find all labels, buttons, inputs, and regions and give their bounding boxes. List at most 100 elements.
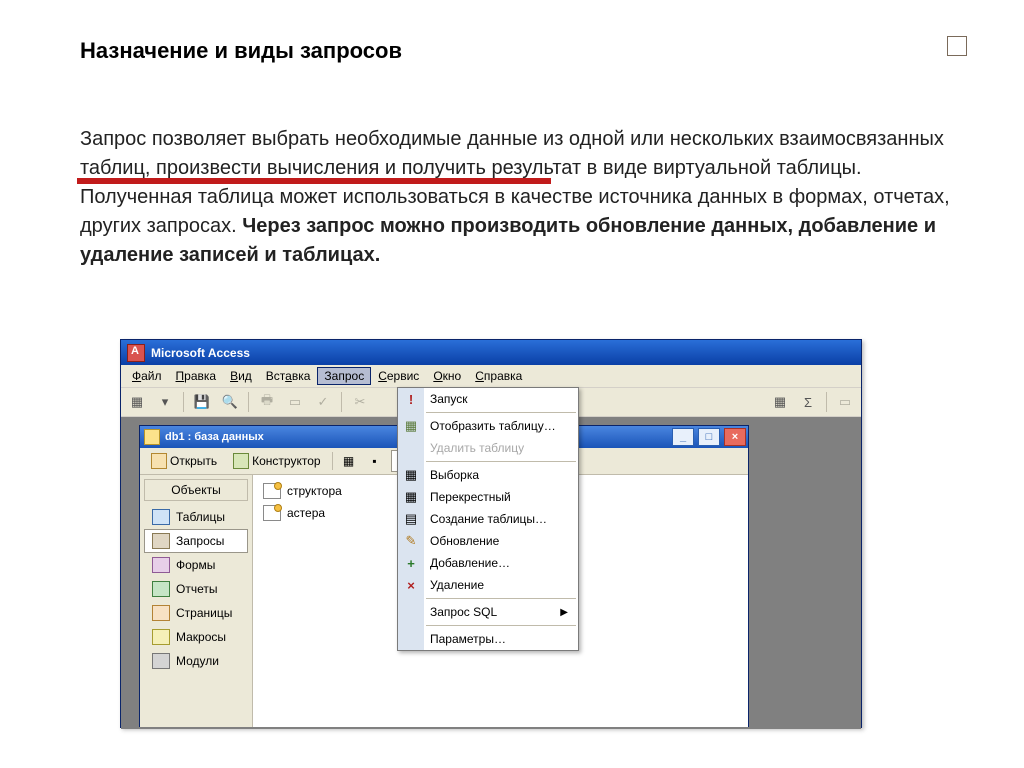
make-table-icon: ▤	[403, 511, 419, 527]
queries-icon	[152, 533, 170, 549]
tb-dropdown-arrow-icon[interactable]: ▾	[153, 390, 177, 414]
database-icon	[144, 429, 160, 445]
design-icon	[233, 453, 249, 469]
modules-label: Модули	[176, 654, 219, 668]
create-wizard-suffix: астера	[287, 506, 325, 520]
dd-sep	[426, 625, 576, 626]
menu-help[interactable]: Справка	[468, 367, 529, 385]
menu-item-select[interactable]: ▦ Выборка	[398, 464, 578, 486]
db-small-icons-view[interactable]: ▪	[365, 451, 385, 471]
menu-item-crosstab[interactable]: ▦ Перекрестный	[398, 486, 578, 508]
menu-item-run[interactable]: ! Запуск	[398, 388, 578, 410]
make-table-label: Создание таблицы…	[430, 512, 547, 526]
dd-sep	[426, 598, 576, 599]
tb-view-icon[interactable]: ▦	[125, 390, 149, 414]
tb-search-icon[interactable]: 🔍	[218, 390, 242, 414]
select-label: Выборка	[430, 468, 479, 482]
objects-header[interactable]: Объекты	[144, 479, 248, 501]
menu-service[interactable]: Сервис	[371, 367, 426, 385]
tb-cut-icon[interactable]: ✂	[348, 390, 372, 414]
append-icon: +	[403, 555, 419, 571]
query-menu-dropdown: ! Запуск ▦Отобразить таблицу… Удалить таб…	[397, 387, 579, 651]
select-query-icon: ▦	[403, 467, 419, 483]
dd-sep	[426, 412, 576, 413]
update-label: Обновление	[430, 534, 499, 548]
access-window: Microsoft Access Файл Правка Вид Вставка…	[120, 339, 862, 728]
menubar: Файл Правка Вид Вставка Запрос Сервис Ок…	[121, 365, 861, 388]
objects-tables[interactable]: Таблицы	[144, 505, 248, 529]
reports-icon	[152, 581, 170, 597]
queries-label: Запросы	[176, 534, 224, 548]
tb-spelling-icon[interactable]: ✓	[311, 390, 335, 414]
update-icon: ✎	[403, 533, 419, 549]
objects-macros[interactable]: Макросы	[144, 625, 248, 649]
menu-query[interactable]: Запрос	[317, 367, 371, 385]
create-designer-suffix: структора	[287, 484, 342, 498]
menu-item-delete[interactable]: ×Удаление	[398, 574, 578, 596]
reports-label: Отчеты	[176, 582, 217, 596]
crosstab-label: Перекрестный	[430, 490, 511, 504]
db-open-label: Открыть	[170, 454, 217, 468]
show-table-icon: ▦	[403, 418, 419, 434]
objects-pane: Объекты Таблицы Запросы Формы Отчеты Стр…	[140, 475, 253, 727]
new-icon	[263, 505, 281, 521]
menu-item-show-table[interactable]: ▦Отобразить таблицу…	[398, 415, 578, 437]
delete-icon: ×	[403, 577, 419, 593]
objects-modules[interactable]: Модули	[144, 649, 248, 673]
database-title-text: db1 : база данных	[165, 431, 264, 443]
menu-item-sql[interactable]: Запрос SQL▶	[398, 601, 578, 623]
menu-insert[interactable]: Вставка	[259, 367, 318, 385]
dd-sep	[426, 461, 576, 462]
tables-icon	[152, 509, 170, 525]
tb-separator	[826, 392, 827, 412]
tb-separator	[341, 392, 342, 412]
submenu-arrow-icon: ▶	[560, 607, 568, 618]
app-title: Microsoft Access	[151, 346, 250, 360]
pages-icon	[152, 605, 170, 621]
tb-save-icon[interactable]: 💾	[190, 390, 214, 414]
db-large-icons-view[interactable]: ▦	[339, 451, 359, 471]
forms-label: Формы	[176, 558, 215, 572]
run-label: Запуск	[430, 392, 468, 406]
titlebar[interactable]: Microsoft Access	[121, 340, 861, 365]
objects-forms[interactable]: Формы	[144, 553, 248, 577]
menu-view[interactable]: Вид	[223, 367, 259, 385]
tb-separator	[248, 392, 249, 412]
menu-edit[interactable]: Правка	[169, 367, 224, 385]
tables-label: Таблицы	[176, 510, 225, 524]
db-design-button[interactable]: Конструктор	[228, 451, 325, 471]
db-close-button[interactable]: ×	[724, 428, 746, 446]
open-icon	[151, 453, 167, 469]
pages-label: Страницы	[176, 606, 232, 620]
tb-showtable-icon[interactable]: ▦	[768, 390, 792, 414]
menu-file[interactable]: Файл	[125, 367, 169, 385]
tb-properties-icon[interactable]: ▭	[833, 390, 857, 414]
tb-totals-icon[interactable]: Σ	[796, 390, 820, 414]
slide-body: Запрос позволяет выбрать необходимые дан…	[80, 125, 950, 270]
heading-placeholder-box	[947, 36, 967, 56]
forms-icon	[152, 557, 170, 573]
params-label: Параметры…	[430, 632, 506, 646]
tb-print-icon[interactable]: 🖶	[255, 390, 279, 414]
menu-file-rest: айл	[141, 369, 161, 383]
run-icon: !	[403, 391, 419, 407]
access-app-icon	[127, 344, 145, 362]
db-minimize-button[interactable]: _	[672, 428, 694, 446]
objects-queries[interactable]: Запросы	[144, 529, 248, 553]
menu-item-params[interactable]: Параметры…	[398, 628, 578, 650]
menu-item-update[interactable]: ✎ Обновление	[398, 530, 578, 552]
menu-item-append[interactable]: +Добавление…	[398, 552, 578, 574]
menu-window[interactable]: Окно	[426, 367, 468, 385]
menu-item-make-table[interactable]: ▤ Создание таблицы…	[398, 508, 578, 530]
db-maximize-button[interactable]: □	[698, 428, 720, 446]
tb-separator	[183, 392, 184, 412]
db-open-button[interactable]: Открыть	[146, 451, 222, 471]
objects-pages[interactable]: Страницы	[144, 601, 248, 625]
tb-preview-icon[interactable]: ▭	[283, 390, 307, 414]
crosstab-icon: ▦	[403, 489, 419, 505]
new-icon	[263, 483, 281, 499]
db-design-label: Конструктор	[252, 454, 320, 468]
delete-table-label: Удалить таблицу	[430, 441, 524, 455]
db-tb-sep	[332, 452, 333, 470]
objects-reports[interactable]: Отчеты	[144, 577, 248, 601]
